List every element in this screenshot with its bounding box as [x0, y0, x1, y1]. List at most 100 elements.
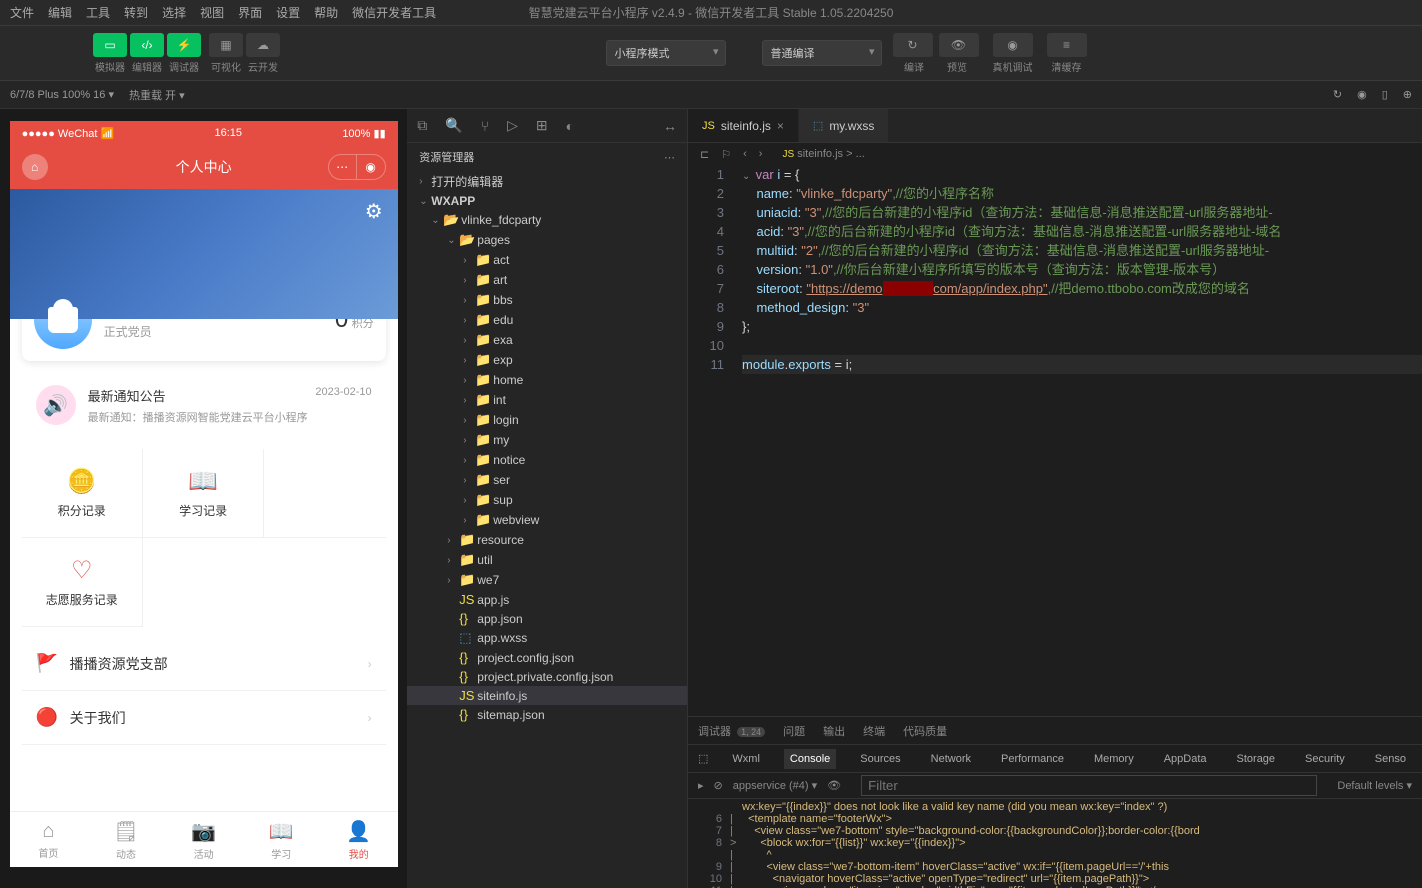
menu-edit[interactable]: 编辑: [48, 4, 72, 21]
real-debug-button[interactable]: ◉: [993, 33, 1033, 57]
editor-toggle[interactable]: ‹/›: [130, 33, 164, 57]
list-branch[interactable]: 🚩 播播资源党支部 ›: [22, 637, 386, 691]
file-app-json[interactable]: {}app.json: [407, 609, 687, 628]
bookmark-icon[interactable]: ⚐: [721, 148, 731, 161]
home-icon[interactable]: ⌂: [22, 154, 48, 180]
list-about[interactable]: 🔴 关于我们 ›: [22, 691, 386, 745]
git-icon[interactable]: ⑂: [481, 118, 489, 134]
folder-util[interactable]: ›📁util: [407, 550, 687, 570]
menu-select[interactable]: 选择: [162, 4, 186, 21]
menu-wechat-devtools[interactable]: 微信开发者工具: [352, 4, 436, 21]
folder-int[interactable]: ›📁int: [407, 390, 687, 410]
menu-interface[interactable]: 界面: [238, 4, 262, 21]
compass-icon[interactable]: ⊕: [1403, 88, 1412, 101]
tab-study[interactable]: 📖学习: [242, 812, 320, 867]
explorer-icon[interactable]: ⧉: [417, 117, 427, 134]
menu-settings[interactable]: 设置: [276, 4, 300, 21]
menu-view[interactable]: 视图: [200, 4, 224, 21]
console-levels[interactable]: Default levels ▾: [1337, 779, 1412, 792]
capsule-close-icon[interactable]: ◉: [357, 155, 385, 179]
panel-quality[interactable]: 代码质量: [903, 723, 947, 739]
file-project-config[interactable]: {}project.config.json: [407, 648, 687, 667]
folder-edu[interactable]: ›📁edu: [407, 310, 687, 330]
simulator-toggle[interactable]: ▭: [93, 33, 127, 57]
clear-cache-button[interactable]: ≡: [1047, 33, 1087, 57]
menu-help[interactable]: 帮助: [314, 4, 338, 21]
capsule-menu-icon[interactable]: ⋯: [329, 155, 357, 179]
folder-act[interactable]: ›📁act: [407, 250, 687, 270]
folder-art[interactable]: ›📁art: [407, 270, 687, 290]
root-section[interactable]: ⌄WXAPP: [407, 192, 687, 210]
refresh-icon[interactable]: ↻: [1333, 88, 1342, 101]
console-clear-icon[interactable]: ⊘: [714, 779, 723, 792]
grid-study-record[interactable]: 📖 学习记录: [143, 449, 264, 538]
file-sitemap[interactable]: {}sitemap.json: [407, 705, 687, 724]
more-icon[interactable]: ↔: [663, 118, 677, 134]
phone-icon[interactable]: ▯: [1382, 88, 1388, 101]
console-toggle-icon[interactable]: ▸: [698, 779, 704, 792]
panel-output[interactable]: 输出: [823, 723, 845, 739]
pages-folder[interactable]: ⌄📂pages: [407, 230, 687, 250]
folder-resource[interactable]: ›📁resource: [407, 530, 687, 550]
prev-icon[interactable]: ‹: [743, 148, 747, 161]
folder-bbs[interactable]: ›📁bbs: [407, 290, 687, 310]
file-app-js[interactable]: JSapp.js: [407, 590, 687, 609]
devtools-performance[interactable]: Performance: [995, 749, 1070, 769]
next-icon[interactable]: ›: [759, 148, 763, 161]
panel-terminal[interactable]: 终端: [863, 723, 885, 739]
tab-mywxss[interactable]: ⬚ my.wxss: [799, 109, 890, 142]
tab-news[interactable]: 🗒动态: [87, 812, 165, 867]
gear-icon[interactable]: ⚙: [365, 199, 383, 224]
panel-debugger[interactable]: 调试器 1, 24: [698, 723, 765, 739]
file-project-private-config[interactable]: {}project.private.config.json: [407, 667, 687, 686]
panel-problems[interactable]: 问题: [783, 723, 805, 739]
visual-toggle[interactable]: ▦: [209, 33, 243, 57]
folder-sup[interactable]: ›📁sup: [407, 490, 687, 510]
hotreload-toggle[interactable]: 热重载 开 ▾: [129, 87, 185, 103]
menu-file[interactable]: 文件: [10, 4, 34, 21]
devtools-security[interactable]: Security: [1299, 749, 1351, 769]
devtools-network[interactable]: Network: [925, 749, 977, 769]
devtools-storage[interactable]: Storage: [1231, 749, 1282, 769]
sidebar-toggle-icon[interactable]: ⊏: [700, 148, 709, 161]
folder-login[interactable]: ›📁login: [407, 410, 687, 430]
devtools-sources[interactable]: Sources: [854, 749, 906, 769]
cloud-toggle[interactable]: ☁: [246, 33, 280, 57]
folder-exp[interactable]: ›📁exp: [407, 350, 687, 370]
folder-we7[interactable]: ›📁we7: [407, 570, 687, 590]
devtools-wxml[interactable]: Wxml: [726, 749, 766, 769]
debug-icon[interactable]: ▷: [507, 117, 518, 134]
debugger-toggle[interactable]: ⚡: [167, 33, 201, 57]
folder-notice[interactable]: ›📁notice: [407, 450, 687, 470]
preview-button[interactable]: 👁: [939, 33, 979, 57]
inspect-icon[interactable]: ⬚: [698, 752, 708, 765]
file-app-wxss[interactable]: ⬚app.wxss: [407, 628, 687, 648]
mode-select[interactable]: 小程序模式: [606, 40, 726, 66]
notice-card[interactable]: 🔊 最新通知公告 2023-02-10 最新通知：播播资源网智能党建云平台小程序: [22, 371, 386, 439]
compile-select[interactable]: 普通编译: [762, 40, 882, 66]
record-icon[interactable]: ◉: [1357, 88, 1367, 101]
menu-goto[interactable]: 转到: [124, 4, 148, 21]
console-context[interactable]: appservice (#4) ▾: [733, 779, 817, 792]
grid-points-record[interactable]: 🪙 积分记录: [22, 449, 143, 538]
menu-tools[interactable]: 工具: [86, 4, 110, 21]
close-icon[interactable]: ×: [777, 119, 784, 133]
opened-editors-section[interactable]: ›打开的编辑器: [407, 171, 687, 192]
file-siteinfo[interactable]: JSsiteinfo.js: [407, 686, 687, 705]
folder-my[interactable]: ›📁my: [407, 430, 687, 450]
devtools-sensor[interactable]: Senso: [1369, 749, 1412, 769]
tab-activity[interactable]: 📷活动: [165, 812, 243, 867]
grid-volunteer-record[interactable]: ♡ 志愿服务记录: [22, 538, 143, 627]
compile-button[interactable]: ↻: [893, 33, 933, 57]
search-icon[interactable]: 🔍: [445, 117, 462, 134]
tab-home[interactable]: ⌂首页: [10, 812, 88, 867]
folder-home[interactable]: ›📁home: [407, 370, 687, 390]
project-folder[interactable]: ⌄📂vlinke_fdcparty: [407, 210, 687, 230]
code-editor[interactable]: 1 2 3 4 5 6 7 8 9 10 11 ⌄ var i = { name…: [688, 165, 1422, 716]
devtools-memory[interactable]: Memory: [1088, 749, 1140, 769]
explorer-menu-icon[interactable]: ⋯: [664, 151, 675, 164]
console-output[interactable]: wx:key="{{index}}" does not look like a …: [688, 799, 1422, 888]
eye-icon[interactable]: 👁: [827, 779, 841, 792]
devtools-appdata[interactable]: AppData: [1158, 749, 1213, 769]
device-select[interactable]: 6/7/8 Plus 100% 16 ▾: [10, 88, 114, 101]
